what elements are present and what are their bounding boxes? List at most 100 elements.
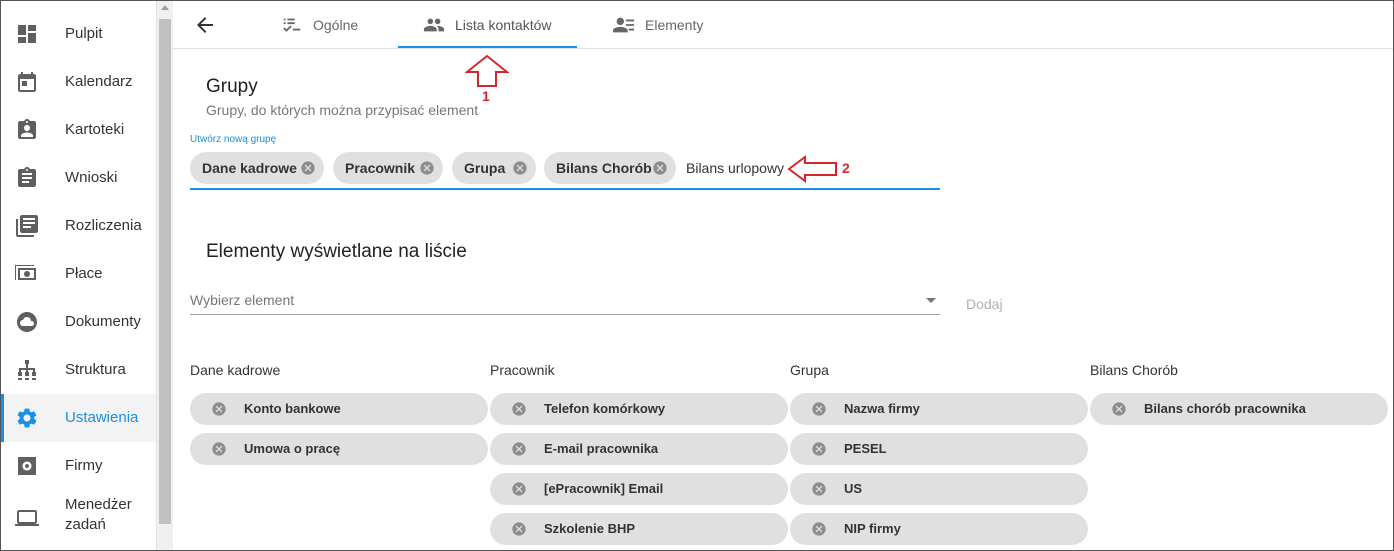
annotation-arrow-up-icon [465,55,509,87]
groups-subtitle: Grupy, do których można przypisać elemen… [206,102,479,118]
groups-title: Grupy [206,76,258,97]
tab-lista-kontaktow[interactable]: Lista kontaktów [423,1,552,49]
sidebar-item-struktura[interactable]: Struktura [1,346,156,394]
element-chip-label: Bilans chorób pracownika [1144,401,1306,416]
sidebar-item-kartoteki[interactable]: Kartoteki [1,106,156,154]
sidebar-item-place[interactable]: Płace [1,250,156,298]
tab-label: Ogólne [313,17,359,33]
close-icon[interactable] [511,521,527,537]
sidebar-item-label: Kalendarz [65,73,133,90]
element-chip-label: Umowa o pracę [244,441,341,456]
element-chip[interactable]: Szkolenie BHP [490,513,788,545]
group-chip-label: Grupa [464,160,506,176]
chevron-down-icon[interactable] [926,298,936,303]
active-tab-indicator [398,46,577,48]
new-group-typed-text[interactable]: Bilans urlopowy [686,160,784,176]
close-icon[interactable] [512,160,528,176]
group-chip-label: Pracownik [345,160,416,176]
sidebar-item-menedzer-zadan[interactable]: Menedżer zadań [1,490,156,546]
sidebar-item-label-line1: Menedżer [65,496,132,513]
element-chip-label: [ePracownik] Email [544,481,664,496]
close-icon[interactable] [652,160,668,176]
element-chip-label: Telefon komórkowy [544,401,666,416]
tab-elementy[interactable]: Elementy [613,1,703,49]
element-select-placeholder: Wybierz element [190,292,295,308]
element-chip[interactable]: [ePracownik] Email [490,473,788,505]
group-chip-label: Dane kadrowe [202,160,297,176]
sidebar-item-ustawienia[interactable]: Ustawienia [1,394,156,442]
element-chip[interactable]: PESEL [790,433,1088,465]
company-settings-icon [15,454,39,478]
sidebar-item-label: Kartoteki [65,121,125,138]
element-chip-label: US [844,481,863,496]
group-chip[interactable]: Pracownik [333,152,443,184]
sidebar-item-label: Firmy [65,457,103,474]
element-chip-label: NIP firmy [844,521,901,536]
badge-icon [15,118,39,142]
sidebar: Pulpit Kalendarz Kartoteki Wnioski Rozli… [1,1,156,550]
close-icon[interactable] [1111,401,1127,417]
group-chip[interactable]: Dane kadrowe [190,152,324,184]
sidebar-item-pulpit[interactable]: Pulpit [1,10,156,58]
element-chip[interactable]: Bilans chorób pracownika [1090,393,1388,425]
column-title: Grupa [790,362,829,378]
element-chip[interactable]: Umowa o pracę [190,433,488,465]
element-chip-label: E-mail pracownika [544,441,659,456]
scrollbar-thumb[interactable] [159,19,171,524]
close-icon[interactable] [811,441,827,457]
element-chip-label: Szkolenie BHP [544,521,636,536]
close-icon[interactable] [811,521,827,537]
sidebar-item-label: Ustawienia [65,409,139,426]
element-chip[interactable]: Nazwa firmy [790,393,1088,425]
group-chip[interactable]: Bilans Chorób [544,152,676,184]
dashboard-icon [15,22,39,46]
clipboard-icon [15,166,39,190]
element-chip[interactable]: Konto bankowe [190,393,488,425]
cloud-icon [15,310,39,334]
sidebar-item-label: Pulpit [65,25,103,42]
elements-title: Elementy wyświetlane na liście [206,241,467,262]
close-icon[interactable] [811,401,827,417]
sidebar-item-wnioski[interactable]: Wnioski [1,154,156,202]
sidebar-item-label: Wnioski [65,169,118,186]
sidebar-item-kalendarz[interactable]: Kalendarz [1,58,156,106]
sidebar-item-rozliczenia[interactable]: Rozliczenia [1,202,156,250]
close-icon[interactable] [419,160,435,176]
checklist-icon [281,14,303,36]
people-icon [423,14,445,36]
scroll-up-arrow-icon[interactable] [161,5,169,10]
close-icon[interactable] [811,481,827,497]
sidebar-item-label-line2: zadań [65,516,106,533]
sidebar-scrollbar[interactable] [156,1,173,550]
close-icon[interactable] [211,441,227,457]
close-icon[interactable] [300,160,316,176]
column-title: Dane kadrowe [190,362,281,378]
annotation-arrow-left-icon [787,155,837,183]
element-chip-label: Nazwa firmy [844,401,920,416]
element-chip[interactable]: Telefon komórkowy [490,393,788,425]
element-chip[interactable]: NIP firmy [790,513,1088,545]
element-select[interactable]: Wybierz element [190,288,940,315]
new-group-field-label: Utwórz nową grupę [190,134,277,145]
element-chip[interactable]: US [790,473,1088,505]
annotation-number-2: 2 [842,160,850,176]
sidebar-item-dokumenty[interactable]: Dokumenty [1,298,156,346]
document-list-icon [15,214,39,238]
element-chip-label: PESEL [844,441,887,456]
element-chip[interactable]: E-mail pracownika [490,433,788,465]
close-icon[interactable] [511,401,527,417]
tab-ogolne[interactable]: Ogólne [281,1,358,49]
tab-bar: Ogólne Lista kontaktów Elementy [173,1,1393,49]
close-icon[interactable] [211,401,227,417]
sidebar-item-label: Dokumenty [65,313,141,330]
close-icon[interactable] [511,481,527,497]
back-arrow-icon[interactable] [193,13,217,37]
close-icon[interactable] [511,441,527,457]
person-list-icon [613,14,635,36]
annotation-number-1: 1 [482,88,490,104]
column-title: Pracownik [490,362,555,378]
group-chip[interactable]: Grupa [452,152,536,184]
tab-label: Lista kontaktów [455,17,552,33]
sidebar-item-firmy[interactable]: Firmy [1,442,156,490]
add-button[interactable]: Dodaj [966,296,1003,312]
